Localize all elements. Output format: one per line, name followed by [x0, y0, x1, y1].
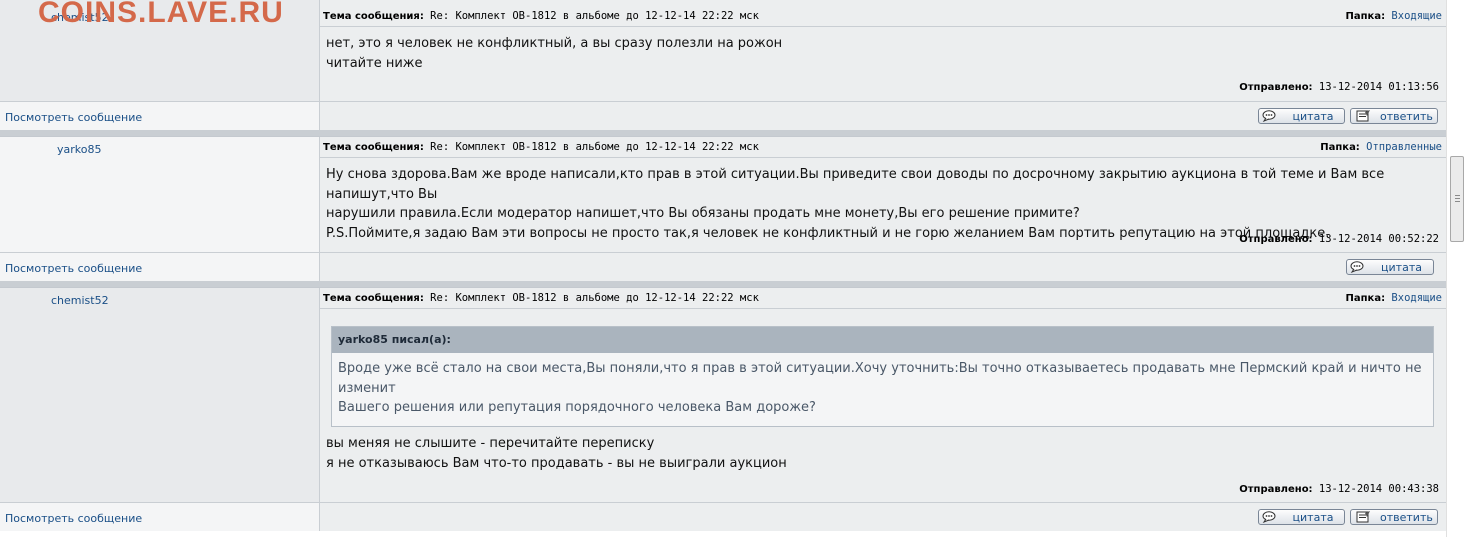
- sent-timestamp: Отправлено: 13-12-2014 00:52:22: [1239, 233, 1439, 245]
- author-cell: chemist52: [0, 288, 320, 502]
- footer-actions: цитата ответить: [320, 503, 1446, 531]
- quote-button[interactable]: цитата: [1258, 108, 1345, 124]
- message-subject: Тема сообщения: Re: Комплект ОВ-1812 в а…: [323, 10, 759, 22]
- sent-timestamp: Отправлено: 13-12-2014 00:43:38: [1239, 483, 1439, 495]
- quote-button-label: цитата: [1292, 510, 1334, 524]
- site-watermark: COINS.LAVE.RU: [38, 0, 284, 29]
- quote-line: Вашего решения или репутация порядочного…: [338, 400, 816, 415]
- message-footer: Посмотреть сообщение цитата: [0, 252, 1446, 281]
- grip-line: [1455, 201, 1460, 202]
- message-text: нет, это я человек не конфликтный, а вы …: [326, 34, 782, 73]
- message-body-cell: Тема сообщения: Re: Комплект ОВ-1812 в а…: [320, 0, 1446, 101]
- message-post: yarko85 Тема сообщения: Re: Комплект ОВ-…: [0, 136, 1446, 281]
- reply-icon: [1354, 511, 1372, 523]
- message-header: Тема сообщения: Re: Комплект ОВ-1812 в а…: [320, 288, 1446, 309]
- message-footer: Посмотреть сообщение цитата ответить: [0, 101, 1446, 130]
- footer-left: Посмотреть сообщение: [0, 102, 320, 130]
- quoted-message: yarko85 писал(а): Вроде уже всё стало на…: [331, 326, 1434, 427]
- reply-button-label: ответить: [1380, 109, 1433, 123]
- folder-link[interactable]: Входящие: [1391, 292, 1442, 304]
- folder-link[interactable]: Отправленные: [1366, 141, 1442, 153]
- quote-button-label: цитата: [1292, 109, 1334, 123]
- scrollbar-thumb[interactable]: [1450, 156, 1464, 242]
- folder-link[interactable]: Входящие: [1391, 10, 1442, 22]
- reply-icon: [1354, 110, 1372, 122]
- quote-line: Вроде уже всё стало на свои места,Вы пон…: [338, 361, 1422, 396]
- message-header: Тема сообщения: Re: Комплект ОВ-1812 в а…: [320, 137, 1446, 158]
- message-subject: Тема сообщения: Re: Комплект ОВ-1812 в а…: [323, 141, 759, 153]
- vertical-scrollbar[interactable]: [1446, 0, 1467, 537]
- message-folder: Папка: Отправленные: [1320, 141, 1442, 153]
- reply-button[interactable]: ответить: [1350, 509, 1438, 525]
- message-line: я не отказываюсь Вам что-то продавать - …: [326, 455, 787, 471]
- quote-button-label: цитата: [1381, 260, 1422, 274]
- grip-line: [1455, 198, 1460, 199]
- footer-left: Посмотреть сообщение: [0, 253, 320, 281]
- message-line: вы меняя не слышите - перечитайте перепи…: [326, 436, 655, 451]
- quote-icon: [1262, 511, 1280, 524]
- message-post: chemist52 Тема сообщения: Re: Комплект О…: [0, 287, 1446, 537]
- footer-actions: цитата: [320, 253, 1446, 281]
- message-subject: Тема сообщения: Re: Комплект ОВ-1812 в а…: [323, 292, 759, 304]
- view-message-link[interactable]: Посмотреть сообщение: [5, 111, 142, 124]
- quote-icon: [1350, 261, 1368, 274]
- message-footer: Посмотреть сообщение цитата ответить: [0, 502, 1446, 531]
- message-line: читайте ниже: [326, 55, 423, 71]
- quote-text: Вроде уже всё стало на свои места,Вы пон…: [332, 353, 1433, 426]
- message-line: нарушили правила.Если модератор напишет,…: [326, 206, 1080, 221]
- message-text: Ну снова здорова.Вам же вроде написали,к…: [326, 165, 1446, 243]
- message-line: Ну снова здорова.Вам же вроде написали,к…: [326, 167, 1385, 202]
- message-text: вы меняя не слышите - перечитайте перепи…: [326, 434, 787, 473]
- view-message-link[interactable]: Посмотреть сообщение: [5, 262, 142, 275]
- quote-icon: [1262, 110, 1280, 123]
- message-line: нет, это я человек не конфликтный, а вы …: [326, 36, 783, 51]
- author-name-link[interactable]: yarko85: [57, 143, 101, 156]
- view-message-link[interactable]: Посмотреть сообщение: [5, 512, 142, 525]
- private-messages-list: chemist52 Тема сообщения: Re: Комплект О…: [0, 0, 1446, 537]
- author-name-link[interactable]: chemist52: [51, 294, 109, 307]
- quote-button[interactable]: цитата: [1346, 259, 1434, 275]
- quote-author: yarko85 писал(а):: [332, 327, 1433, 353]
- sent-timestamp: Отправлено: 13-12-2014 01:13:56: [1239, 81, 1439, 93]
- message-body-cell: Тема сообщения: Re: Комплект ОВ-1812 в а…: [320, 288, 1446, 502]
- author-cell: yarko85: [0, 137, 320, 252]
- quote-button[interactable]: цитата: [1258, 509, 1345, 525]
- message-folder: Папка: Входящие: [1345, 292, 1442, 304]
- message-body-cell: Тема сообщения: Re: Комплект ОВ-1812 в а…: [320, 137, 1446, 252]
- grip-line: [1455, 195, 1460, 196]
- message-folder: Папка: Входящие: [1345, 10, 1442, 22]
- footer-left: Посмотреть сообщение: [0, 503, 320, 531]
- reply-button[interactable]: ответить: [1350, 108, 1438, 124]
- message-header: Тема сообщения: Re: Комплект ОВ-1812 в а…: [320, 6, 1446, 27]
- reply-button-label: ответить: [1380, 510, 1433, 524]
- footer-actions: цитата ответить: [320, 102, 1446, 130]
